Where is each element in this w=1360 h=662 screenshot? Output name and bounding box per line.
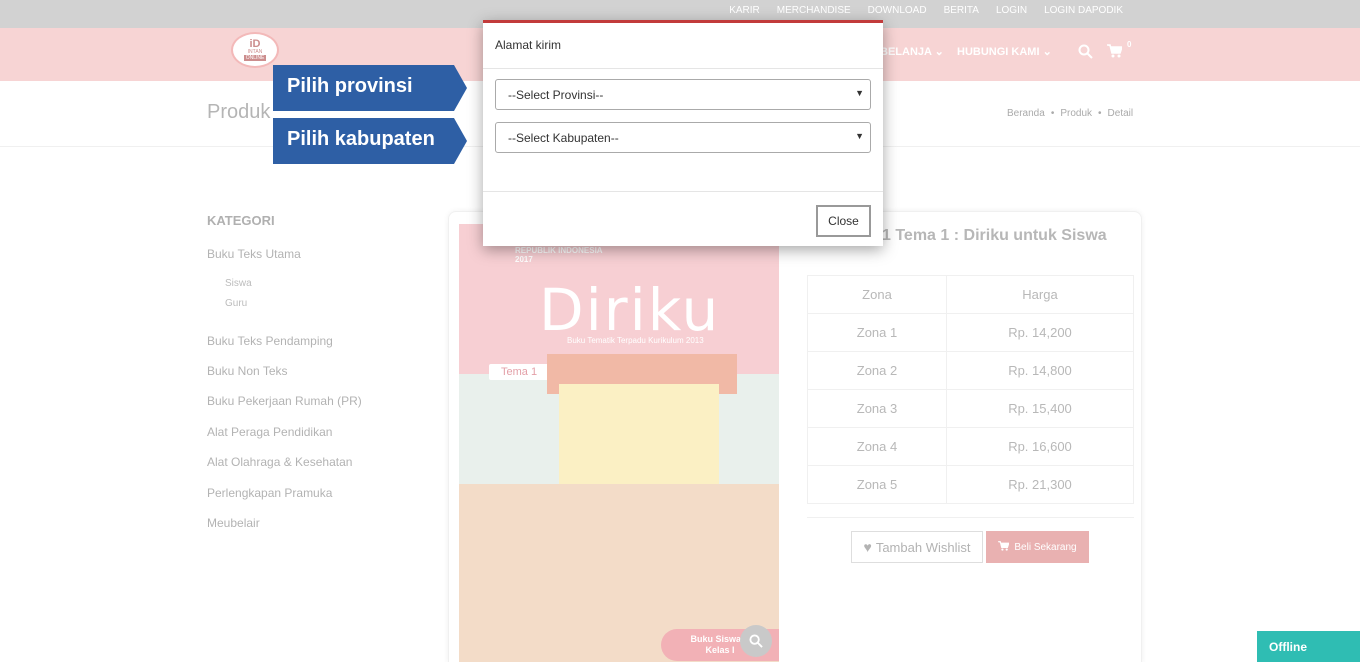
modal-footer: Close bbox=[483, 191, 883, 249]
modal-title: Alamat kirim bbox=[483, 23, 883, 69]
regency-select-value: --Select Kabupaten-- bbox=[508, 131, 619, 145]
callout-pilih-provinsi: Pilih provinsi bbox=[273, 65, 467, 111]
province-select-value: --Select Provinsi-- bbox=[508, 88, 604, 102]
caret-down-icon: ▼ bbox=[855, 131, 864, 141]
shipping-address-modal: Alamat kirim --Select Provinsi-- ▼ --Sel… bbox=[483, 20, 883, 246]
regency-select[interactable]: --Select Kabupaten-- ▼ bbox=[495, 122, 871, 153]
callout-pilih-kabupaten: Pilih kabupaten bbox=[273, 118, 467, 164]
close-button[interactable]: Close bbox=[816, 205, 871, 237]
caret-down-icon: ▼ bbox=[855, 88, 864, 98]
province-select[interactable]: --Select Provinsi-- ▼ bbox=[495, 79, 871, 110]
